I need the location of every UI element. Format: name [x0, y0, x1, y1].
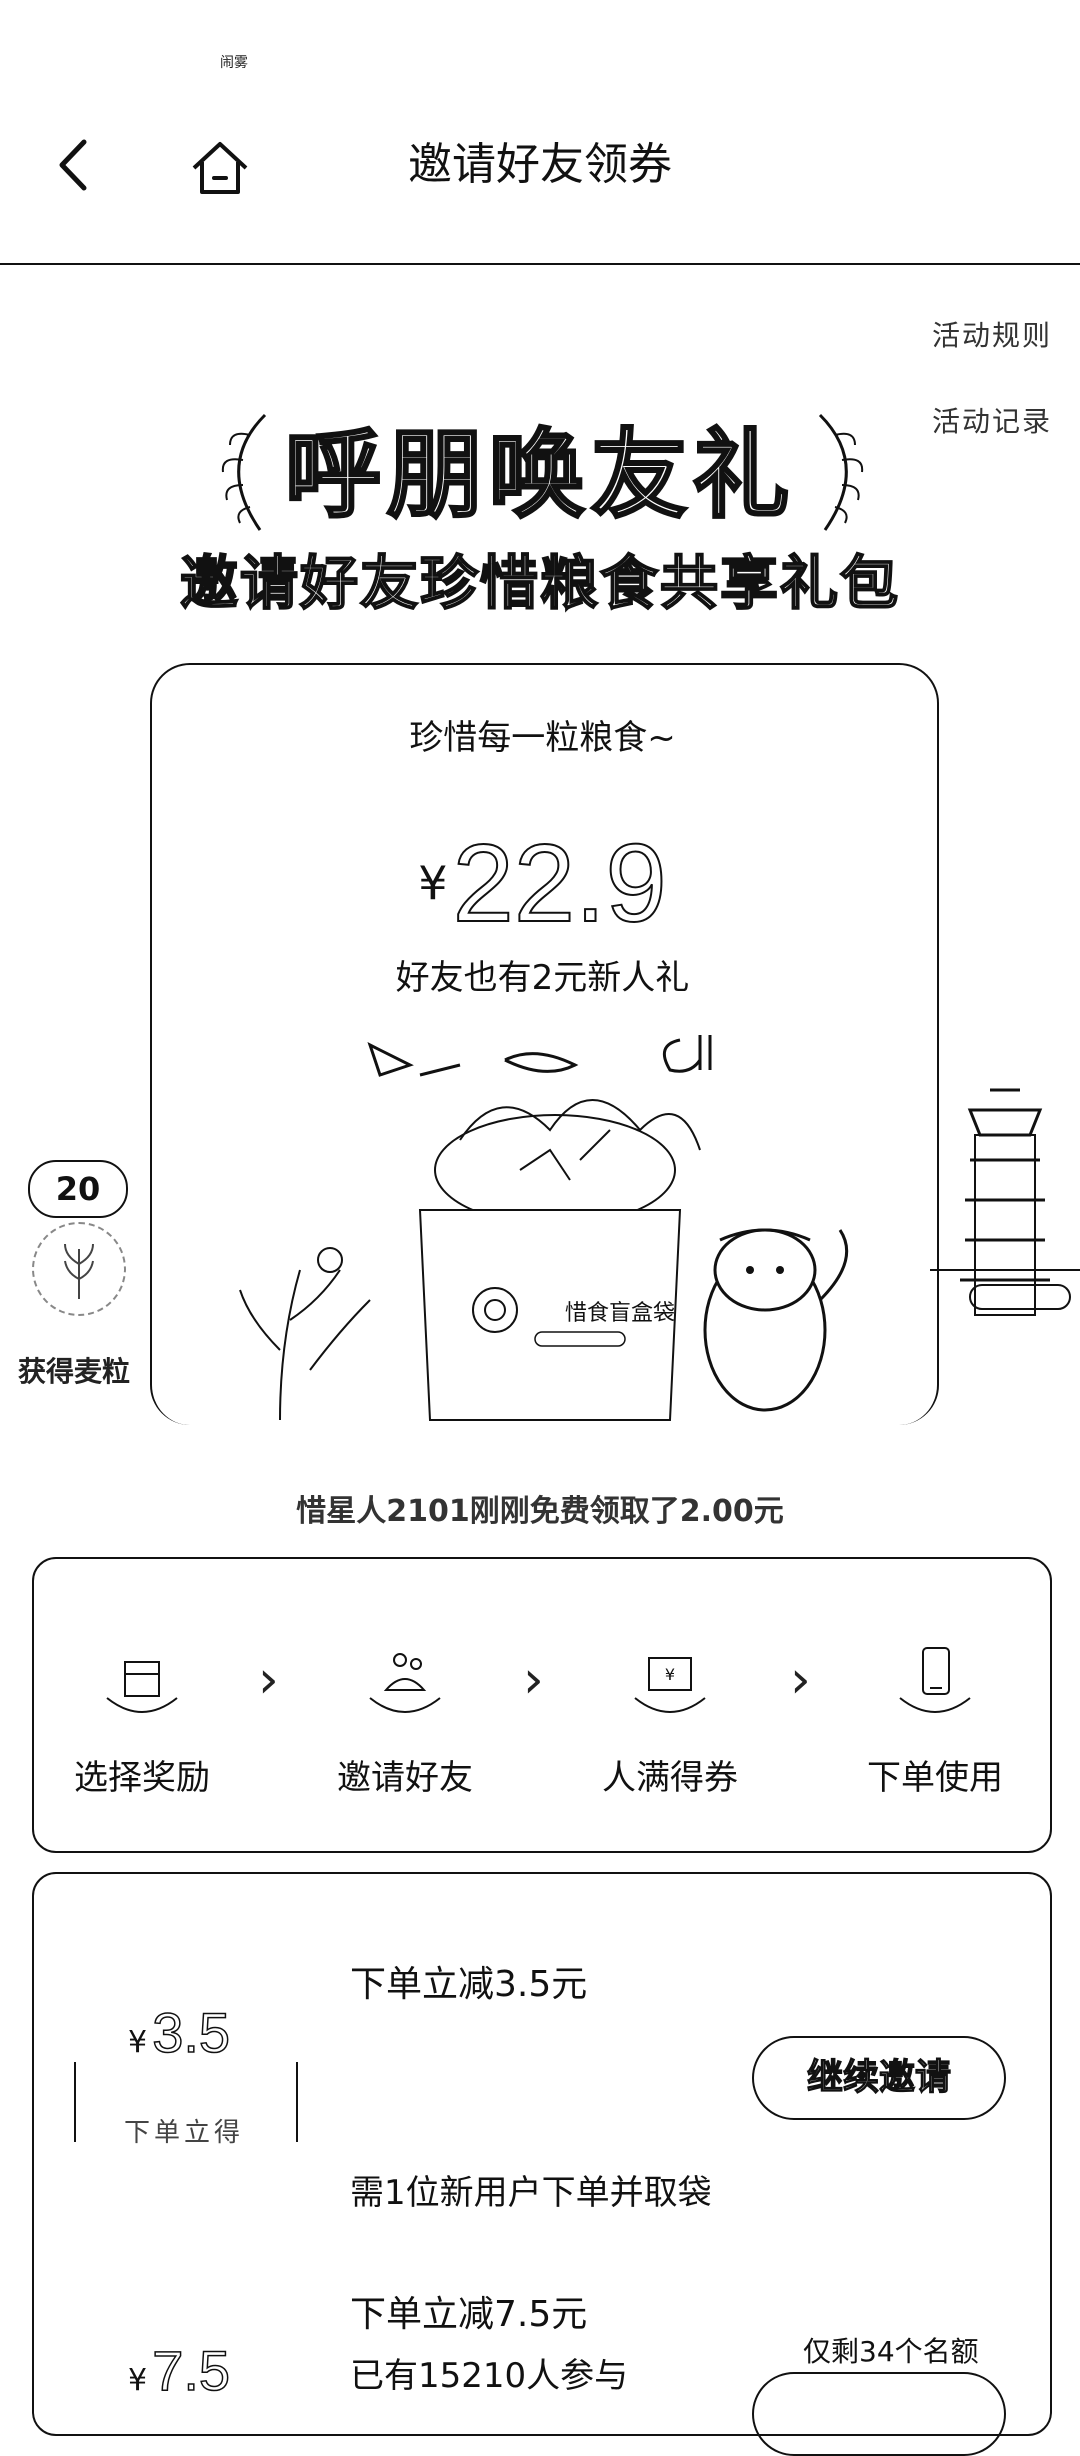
- reward-requirement: 需1位新用户下单并取袋: [350, 2173, 712, 2213]
- participants-count: 已有15210人参与: [350, 2356, 629, 2396]
- amount-value: 22.9: [452, 821, 668, 946]
- grain-label: 获得麦粒: [18, 1355, 131, 1388]
- status-indicator: 闹雾: [220, 55, 248, 71]
- step-use-order: 下单使用: [835, 1640, 1035, 1799]
- voucher-label: 下单立得: [123, 2118, 244, 2148]
- people-icon: [369, 1653, 441, 1713]
- header-divider: [0, 263, 1080, 265]
- amount-value: 7.5: [151, 2338, 231, 2403]
- bag-label: 惜食盲盒袋: [565, 1301, 675, 1326]
- coupon-icon: ¥: [634, 1657, 706, 1713]
- grain-counter-badge[interactable]: 20: [28, 1160, 128, 1218]
- reward-title: 下单立减7.5元: [350, 2294, 588, 2335]
- reward-amount: ¥ 22.9: [150, 820, 935, 947]
- wheat-icon[interactable]: [32, 1222, 126, 1316]
- bear-mascot: [703, 1228, 849, 1412]
- reward-title: 下单立减3.5元: [350, 1964, 588, 2005]
- step-label: 邀请好友: [337, 1758, 473, 1798]
- step-label: 选择奖励: [74, 1758, 210, 1798]
- step-arrow-icon: ›: [790, 1650, 811, 1710]
- reward-2-amount: ¥ 7.5: [128, 2338, 231, 2403]
- food-basket-illustration: 惜食盲盒袋: [239, 1035, 849, 1421]
- currency-symbol: ¥: [418, 856, 448, 911]
- remaining-quota: 仅剩34个名额: [803, 2335, 979, 2368]
- amount-value: 3.5: [151, 2000, 231, 2065]
- step-label: 下单使用: [867, 1758, 1003, 1798]
- card-tagline: 珍惜每一粒粮食~: [409, 718, 676, 758]
- step-select-reward: 选择奖励: [42, 1640, 242, 1799]
- step-arrow-icon: ›: [523, 1650, 544, 1710]
- page-title: 邀请好友领券: [408, 139, 672, 190]
- reward-2-button[interactable]: [752, 2372, 1006, 2456]
- rules-link[interactable]: 活动规则: [932, 314, 1052, 354]
- gift-icon: [106, 1661, 178, 1713]
- continue-invite-button[interactable]: 继续邀请: [752, 2036, 1006, 2120]
- currency-symbol: ¥: [128, 2363, 148, 2398]
- friend-gift-text: 好友也有2元新人礼: [395, 958, 690, 998]
- currency-symbol: ¥: [128, 2025, 148, 2060]
- step-get-coupon: ¥ 人满得券: [570, 1640, 770, 1799]
- step-arrow-icon: ›: [258, 1650, 279, 1710]
- svg-text:¥: ¥: [665, 1665, 675, 1684]
- tower-icon[interactable]: [930, 1080, 1080, 1370]
- hero-title: 呼朋唤友礼: [284, 419, 795, 532]
- hero-subtitle: 邀请好友珍惜粮食共享礼包: [179, 548, 900, 618]
- step-label: 人满得券: [602, 1758, 738, 1798]
- reward-1-amount: ¥ 3.5: [128, 2000, 231, 2065]
- claim-ticker: 惜星人2101刚刚免费领取了2.00元: [296, 1494, 784, 1529]
- step-invite-friends: 邀请好友: [305, 1640, 505, 1799]
- phone-icon: [899, 1647, 971, 1713]
